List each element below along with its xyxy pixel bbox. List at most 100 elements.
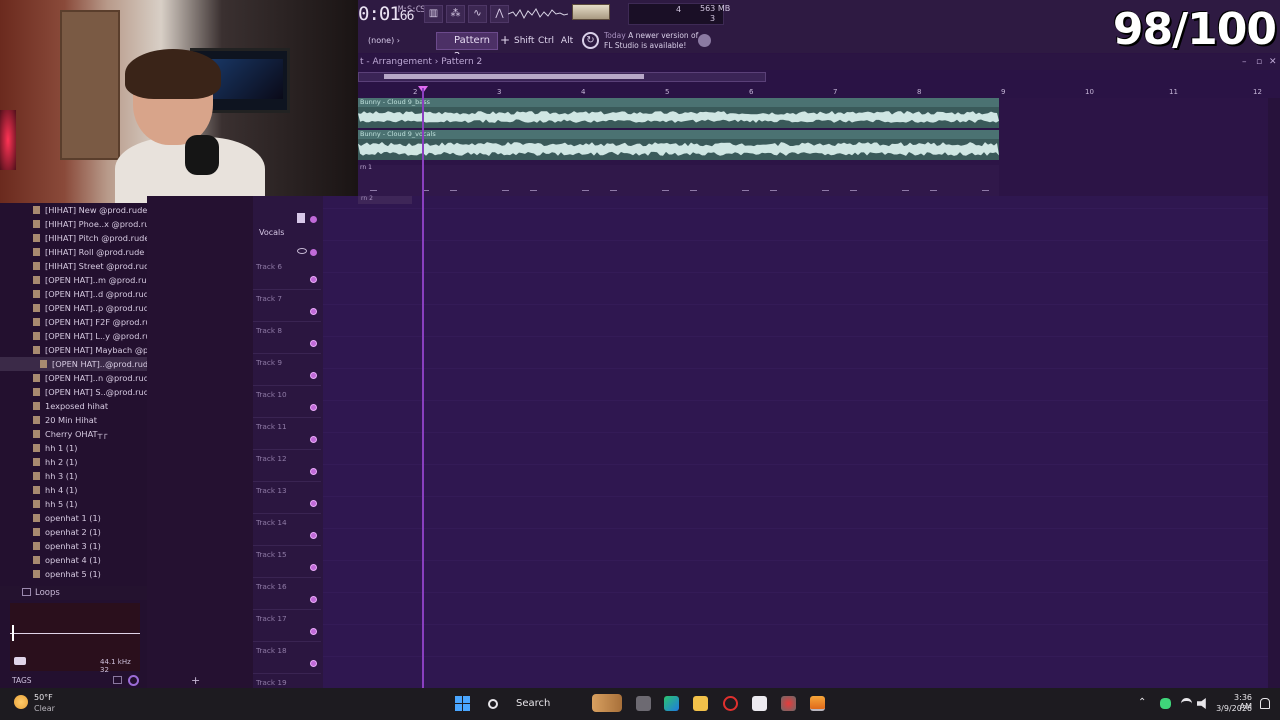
track-header[interactable]: Track 8 <box>253 322 321 354</box>
preview-playhead <box>12 625 14 641</box>
audio-clip[interactable]: Bunny - Cloud 9_vocals <box>358 130 999 160</box>
news-icon[interactable]: ↻ <box>582 32 599 49</box>
track-header[interactable]: Track 12 <box>253 450 321 482</box>
pattern-selector[interactable]: Pattern 2 <box>436 32 498 62</box>
track-header[interactable]: Track 13 <box>253 482 321 514</box>
notification-bell-icon[interactable] <box>1260 698 1270 709</box>
play-icon[interactable] <box>14 657 26 665</box>
shift-key-button[interactable]: Shift <box>514 33 534 49</box>
fl-studio-icon[interactable] <box>810 696 825 711</box>
alt-key-button[interactable]: Alt <box>560 33 574 49</box>
track-menu-icon[interactable] <box>297 213 305 223</box>
globe-icon[interactable] <box>698 34 711 47</box>
track-header-vocals[interactable]: Vocals <box>253 198 321 258</box>
tray-overflow-icon[interactable]: ⌃ <box>1138 697 1146 708</box>
cpu-value: 4 <box>676 5 682 14</box>
mute-led-icon[interactable] <box>310 276 317 283</box>
track-header[interactable]: Track 15 <box>253 546 321 578</box>
track-header[interactable]: Track 7 <box>253 290 321 322</box>
wifi-icon[interactable] <box>1181 698 1192 709</box>
maximize-icon[interactable]: ▫ <box>1256 54 1262 70</box>
mute-led-icon[interactable] <box>310 468 317 475</box>
weather-temperature[interactable]: 50°F <box>34 693 53 702</box>
track-header[interactable]: Track 10 <box>253 386 321 418</box>
master-volume-slider[interactable] <box>572 4 610 20</box>
mute-led-icon[interactable] <box>310 340 317 347</box>
copilot-icon[interactable] <box>664 696 679 711</box>
task-view-icon[interactable] <box>636 696 651 711</box>
playlist-grid[interactable]: rn 2 <box>323 195 1268 688</box>
song-position[interactable]: 0:01 M:S:CS 66 <box>358 3 425 25</box>
news-panel[interactable]: Today A newer version of FL Studio is av… <box>604 31 704 51</box>
eye-icon[interactable] <box>297 248 307 254</box>
mute-led-icon[interactable] <box>310 436 317 443</box>
microphone-icon[interactable] <box>1160 698 1171 709</box>
mute-led-icon[interactable] <box>310 500 317 507</box>
mute-led-icon[interactable] <box>310 404 317 411</box>
mute-led-icon[interactable] <box>310 660 317 667</box>
audio-clip[interactable]: Bunny - Cloud 9_bass <box>358 98 999 128</box>
recorder-icon[interactable] <box>781 696 796 711</box>
pattern-note-tick <box>850 190 857 191</box>
step-edit-button[interactable]: ⁂ <box>446 5 465 23</box>
mute-led-icon[interactable] <box>310 249 317 256</box>
wait-input-button[interactable]: ∿ <box>468 5 487 23</box>
ctrl-key-button[interactable]: Ctrl <box>538 33 554 49</box>
add-icon[interactable]: + <box>191 674 200 687</box>
audio-file-icon <box>33 542 40 550</box>
track-header[interactable]: Track 17 <box>253 610 321 642</box>
audio-file-icon <box>33 248 40 256</box>
track-header[interactable]: Track 16 <box>253 578 321 610</box>
news-day: Today <box>604 31 626 40</box>
weather-condition[interactable]: Clear <box>34 704 55 713</box>
tags-bar[interactable]: TAGS <box>0 673 147 688</box>
arrangement-name[interactable]: t - Arrangement <box>360 57 432 67</box>
folder-label: Loops <box>35 588 60 598</box>
weather-icon[interactable] <box>14 695 28 709</box>
mute-led-icon[interactable] <box>310 216 317 223</box>
folder-loops[interactable]: Loops <box>0 586 147 600</box>
clock-date[interactable]: 3/9/2026 <box>1210 704 1252 713</box>
track-header[interactable]: Track 9 <box>253 354 321 386</box>
ruler-bar-number: 6 <box>749 88 754 96</box>
file-name: [OPEN HAT] S..@prod.rude <box>45 387 154 397</box>
folder-icon[interactable] <box>113 676 122 684</box>
mute-led-icon[interactable] <box>310 308 317 315</box>
pattern-clip-strip[interactable]: rn 1 <box>358 164 999 196</box>
opera-icon[interactable] <box>723 696 738 711</box>
mute-led-icon[interactable] <box>310 628 317 635</box>
metronome-button[interactable]: ⋀ <box>490 5 509 23</box>
scrollbar-thumb[interactable] <box>384 74 644 79</box>
typing-keyboard-button[interactable]: ▥ <box>424 5 443 23</box>
mute-led-icon[interactable] <box>310 596 317 603</box>
close-icon[interactable]: ✕ <box>1269 54 1277 70</box>
track-header[interactable]: Track 18 <box>253 642 321 674</box>
search-label: Search <box>516 698 551 709</box>
sample-preview[interactable]: 44.1 kHz 32 <box>10 603 140 674</box>
volume-icon[interactable] <box>1197 698 1206 709</box>
pattern-note-tick <box>662 190 669 191</box>
calculator-icon[interactable] <box>752 696 767 711</box>
timeline-ruler[interactable]: 2 3 4 5 6 7 8 9 10 11 12 <box>358 70 1280 98</box>
mute-led-icon[interactable] <box>310 564 317 571</box>
windows-start-icon[interactable] <box>455 696 470 711</box>
breadcrumb-pattern[interactable]: Pattern 2 <box>441 57 482 67</box>
mute-led-icon[interactable] <box>310 532 317 539</box>
vertical-scrollbar[interactable] <box>1268 98 1280 688</box>
time-format: M:S:CS <box>398 5 425 15</box>
snap-selector[interactable]: (none) › <box>368 33 420 49</box>
file-explorer-icon[interactable] <box>693 696 708 711</box>
minimize-icon[interactable]: – <box>1242 54 1247 70</box>
pattern-note-tick <box>582 190 589 191</box>
track-header[interactable]: Track 14 <box>253 514 321 546</box>
memory-value: 563 MB <box>700 4 731 13</box>
pattern-note-tick <box>822 190 829 191</box>
track-name: Track 11 <box>256 422 287 431</box>
mute-led-icon[interactable] <box>310 372 317 379</box>
add-pattern-button[interactable]: + <box>500 33 510 47</box>
oscilloscope <box>507 4 569 24</box>
track-header[interactable]: Track 11 <box>253 418 321 450</box>
track-header[interactable]: Track 6 <box>253 258 321 290</box>
audio-file-icon <box>40 360 47 368</box>
search-icon[interactable] <box>128 675 139 686</box>
